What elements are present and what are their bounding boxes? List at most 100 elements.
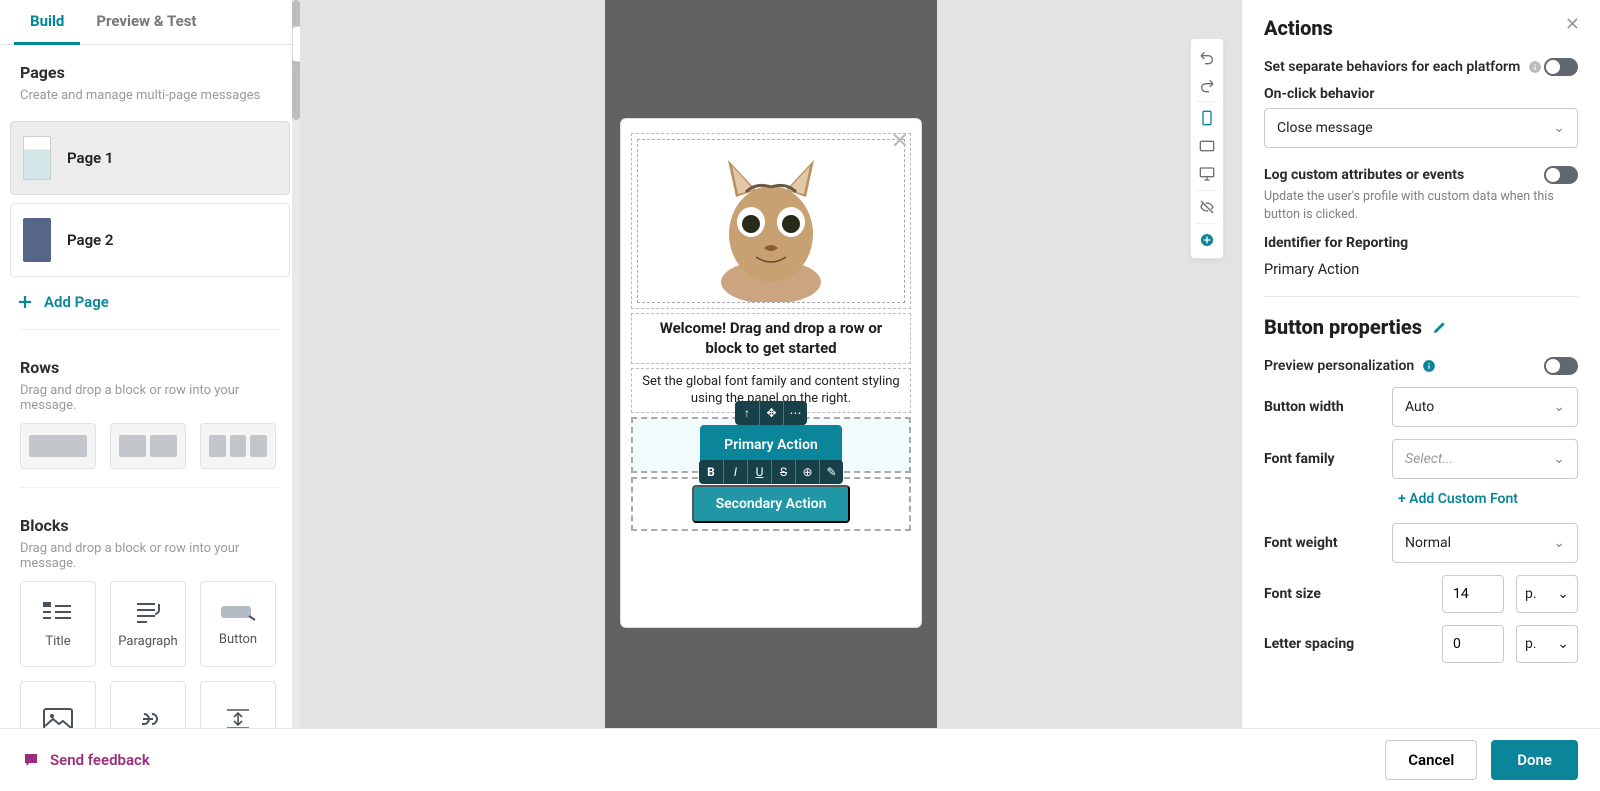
blocks-heading: Blocks xyxy=(20,516,280,535)
done-button[interactable]: Done xyxy=(1491,740,1578,780)
strikethrough-button[interactable]: S xyxy=(771,460,795,484)
info-icon[interactable] xyxy=(1528,60,1542,74)
close-icon[interactable]: ✕ xyxy=(891,129,909,154)
onclick-behavior-select[interactable]: Close message ⌄ xyxy=(1264,108,1578,148)
chevron-down-icon: ⌄ xyxy=(1553,451,1565,467)
button-properties-heading: Button properties xyxy=(1264,315,1422,339)
block-tile-label: Button xyxy=(219,632,257,647)
primary-action-button[interactable]: Primary Action xyxy=(700,425,842,465)
page-item-1[interactable]: Page 1 xyxy=(10,121,290,195)
bold-button[interactable]: B xyxy=(699,460,723,484)
preview-personalization-toggle[interactable] xyxy=(1544,357,1578,375)
block-tile-image[interactable] xyxy=(20,681,96,728)
page-label: Page 2 xyxy=(67,231,114,249)
add-custom-font-button[interactable]: + Add Custom Font xyxy=(1264,491,1578,507)
drag-handle[interactable]: ✥ xyxy=(759,401,783,425)
row-layout-1col[interactable] xyxy=(20,423,96,469)
edit-icon[interactable] xyxy=(1432,319,1448,335)
font-family-label: Font family xyxy=(1264,451,1335,467)
page-label: Page 1 xyxy=(67,149,114,167)
onclick-label: On-click behavior xyxy=(1264,86,1578,102)
magic-button[interactable]: ✎ xyxy=(819,460,843,484)
tab-preview-test[interactable]: Preview & Test xyxy=(80,0,212,44)
block-tile-link[interactable] xyxy=(110,681,186,728)
button-width-select[interactable]: Auto⌄ xyxy=(1392,387,1578,427)
chevron-down-icon: ⌄ xyxy=(1553,399,1565,415)
identifier-label: Identifier for Reporting xyxy=(1264,235,1578,251)
paragraph-icon xyxy=(131,600,165,624)
title-block[interactable]: Welcome! Drag and drop a row or block to… xyxy=(631,313,911,364)
undo-button[interactable] xyxy=(1193,43,1221,71)
add-personalization-button[interactable]: ⊕ xyxy=(795,460,819,484)
row-layout-2col[interactable] xyxy=(110,423,186,469)
block-tile-button[interactable]: Button xyxy=(200,581,276,667)
separate-platforms-toggle[interactable] xyxy=(1544,58,1578,76)
hide-outlines-button[interactable] xyxy=(1193,193,1221,221)
left-scrollbar-track[interactable] xyxy=(292,0,300,728)
rows-heading: Rows xyxy=(20,358,280,377)
text-format-toolbar: B I U S ⊕ ✎ xyxy=(699,460,843,484)
block-tile-label: Paragraph xyxy=(118,634,177,649)
info-icon[interactable] xyxy=(1422,359,1436,373)
letter-spacing-input[interactable] xyxy=(1442,625,1504,663)
close-panel-button[interactable]: ✕ xyxy=(1565,14,1580,35)
page-thumb-2 xyxy=(23,218,51,262)
cat-image-icon xyxy=(706,152,836,302)
image-icon xyxy=(43,708,73,728)
image-row[interactable] xyxy=(631,133,911,309)
font-weight-select[interactable]: Normal⌄ xyxy=(1392,523,1578,563)
left-tabs: Build Preview & Test xyxy=(0,0,300,45)
secondary-button-row[interactable]: Secondary Action xyxy=(631,477,911,531)
primary-button-row[interactable]: ↑ ✥ ⋯ Primary Action B I U S ⊕ ✎ xyxy=(631,417,911,473)
block-tile-label: Title xyxy=(45,634,70,649)
log-attributes-help: Update the user's profile with custom da… xyxy=(1264,188,1578,223)
select-parent-button[interactable]: ↑ xyxy=(735,401,759,425)
redo-button[interactable] xyxy=(1193,71,1221,99)
font-size-unit-select[interactable]: p.⌄ xyxy=(1516,575,1578,613)
log-attributes-label: Log custom attributes or events xyxy=(1264,167,1464,183)
view-mobile-button[interactable] xyxy=(1193,104,1221,132)
canvas-area: ✕ xyxy=(300,0,1242,728)
block-tile-spacer[interactable] xyxy=(200,681,276,728)
tab-build[interactable]: Build xyxy=(14,0,80,45)
more-options-button[interactable]: ⋯ xyxy=(783,401,807,425)
view-desktop-button[interactable] xyxy=(1193,160,1221,188)
page-item-2[interactable]: Page 2 xyxy=(10,203,290,277)
button-width-label: Button width xyxy=(1264,399,1344,415)
add-page-button[interactable]: Add Page xyxy=(0,285,300,319)
blocks-subheading: Drag and drop a block or row into your m… xyxy=(20,541,280,571)
plus-icon xyxy=(16,293,34,311)
left-sidebar: Build Preview & Test Pages Create and ma… xyxy=(0,0,300,728)
block-tile-title[interactable]: Title xyxy=(20,581,96,667)
font-size-label: Font size xyxy=(1264,586,1321,602)
separate-platforms-label: Set separate behaviors for each platform xyxy=(1264,59,1542,75)
add-element-button[interactable] xyxy=(1193,226,1221,254)
message-modal[interactable]: ✕ xyxy=(620,118,922,628)
identifier-value: Primary Action xyxy=(1264,261,1578,278)
device-frame: ✕ xyxy=(605,0,937,728)
block-toolbar-move: ↑ ✥ ⋯ xyxy=(735,401,807,425)
letter-spacing-unit-select[interactable]: p.⌄ xyxy=(1516,625,1578,663)
italic-button[interactable]: I xyxy=(723,460,747,484)
title-icon xyxy=(41,600,75,624)
log-attributes-toggle[interactable] xyxy=(1544,166,1578,184)
preview-personalization-label: Preview personalization xyxy=(1264,358,1436,374)
button-icon xyxy=(219,602,257,622)
row-layout-3col[interactable] xyxy=(200,423,276,469)
add-page-label: Add Page xyxy=(44,293,109,311)
block-tile-paragraph[interactable]: Paragraph xyxy=(110,581,186,667)
send-feedback-button[interactable]: Send feedback xyxy=(22,751,150,769)
view-tablet-button[interactable] xyxy=(1193,132,1221,160)
underline-button[interactable]: U xyxy=(747,460,771,484)
chevron-down-icon: ⌄ xyxy=(1553,120,1565,136)
font-size-input[interactable] xyxy=(1442,575,1504,613)
font-family-select[interactable]: Select...⌄ xyxy=(1392,439,1578,479)
onclick-value: Close message xyxy=(1277,120,1373,136)
pages-subheading: Create and manage multi-page messages xyxy=(20,88,280,103)
bottom-bar: Send feedback Cancel Done xyxy=(0,728,1600,791)
pages-heading: Pages xyxy=(20,63,280,82)
secondary-action-button[interactable]: Secondary Action xyxy=(692,485,851,523)
speech-bubble-icon xyxy=(22,751,40,769)
image-placeholder[interactable] xyxy=(637,139,905,303)
cancel-button[interactable]: Cancel xyxy=(1385,740,1477,780)
